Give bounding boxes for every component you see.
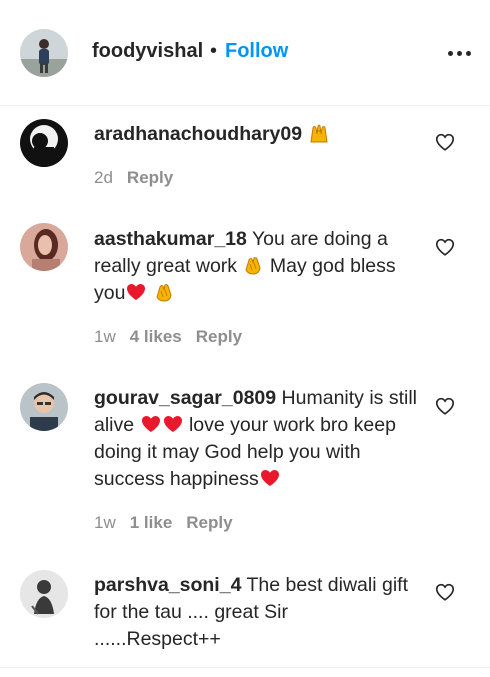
like-heart-icon[interactable] [434, 581, 456, 603]
post-header: foodyvishal • Follow [0, 0, 490, 106]
red-heart-icon [127, 284, 146, 300]
red-heart-icon [163, 416, 182, 432]
reply-button[interactable]: Reply [127, 168, 173, 187]
comment-username[interactable]: aradhanachoudhary09 [94, 123, 302, 145]
comment-time[interactable]: 2d [94, 168, 113, 187]
red-heart-icon [141, 416, 160, 432]
comment-meta: 1w 4 likes Reply [94, 327, 242, 347]
raising-hands-icon [309, 124, 328, 143]
more-horizontal-icon[interactable] [446, 44, 474, 62]
comment-meta: 2d Reply [94, 168, 173, 188]
comment-text: aasthakumar_18 You are doing a really gr… [94, 226, 419, 307]
comment-text: gourav_sagar_0809 Humanity is still aliv… [94, 385, 419, 493]
like-heart-icon[interactable] [434, 131, 456, 153]
comment-text: aradhanachoudhary09 [94, 121, 419, 148]
follow-button[interactable]: Follow [225, 40, 288, 63]
separator-dot: • [210, 40, 218, 62]
comment-meta: 1w 1 like Reply [94, 513, 233, 533]
commenter-avatar[interactable] [20, 223, 68, 271]
clapping-hands-icon [156, 284, 172, 302]
divider [0, 667, 490, 668]
commenter-avatar[interactable] [20, 119, 68, 167]
reply-button[interactable]: Reply [196, 327, 242, 346]
likes-count[interactable]: 1 like [130, 513, 173, 532]
commenter-avatar[interactable] [20, 570, 68, 618]
clapping-hands-icon [245, 257, 261, 275]
likes-count[interactable]: 4 likes [130, 327, 182, 346]
like-heart-icon[interactable] [434, 236, 456, 258]
comment-username[interactable]: gourav_sagar_0809 [94, 387, 276, 409]
comment-text: parshva_soni_4 The best diwali gift for … [94, 572, 419, 653]
owner-avatar[interactable] [20, 29, 68, 77]
comment-time[interactable]: 1w [94, 327, 116, 346]
reply-button[interactable]: Reply [186, 513, 232, 532]
like-heart-icon[interactable] [434, 395, 456, 417]
red-heart-icon [260, 470, 279, 486]
owner-username[interactable]: foodyvishal [92, 40, 203, 63]
commenter-avatar[interactable] [20, 383, 68, 431]
comment-username[interactable]: parshva_soni_4 [94, 574, 241, 596]
comment-time[interactable]: 1w [94, 513, 116, 532]
comment-username[interactable]: aasthakumar_18 [94, 228, 247, 250]
